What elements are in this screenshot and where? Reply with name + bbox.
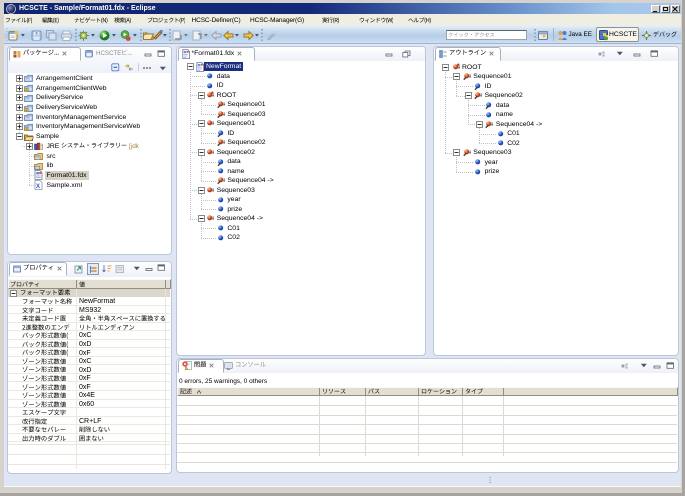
- svg-text:X: X: [36, 184, 40, 190]
